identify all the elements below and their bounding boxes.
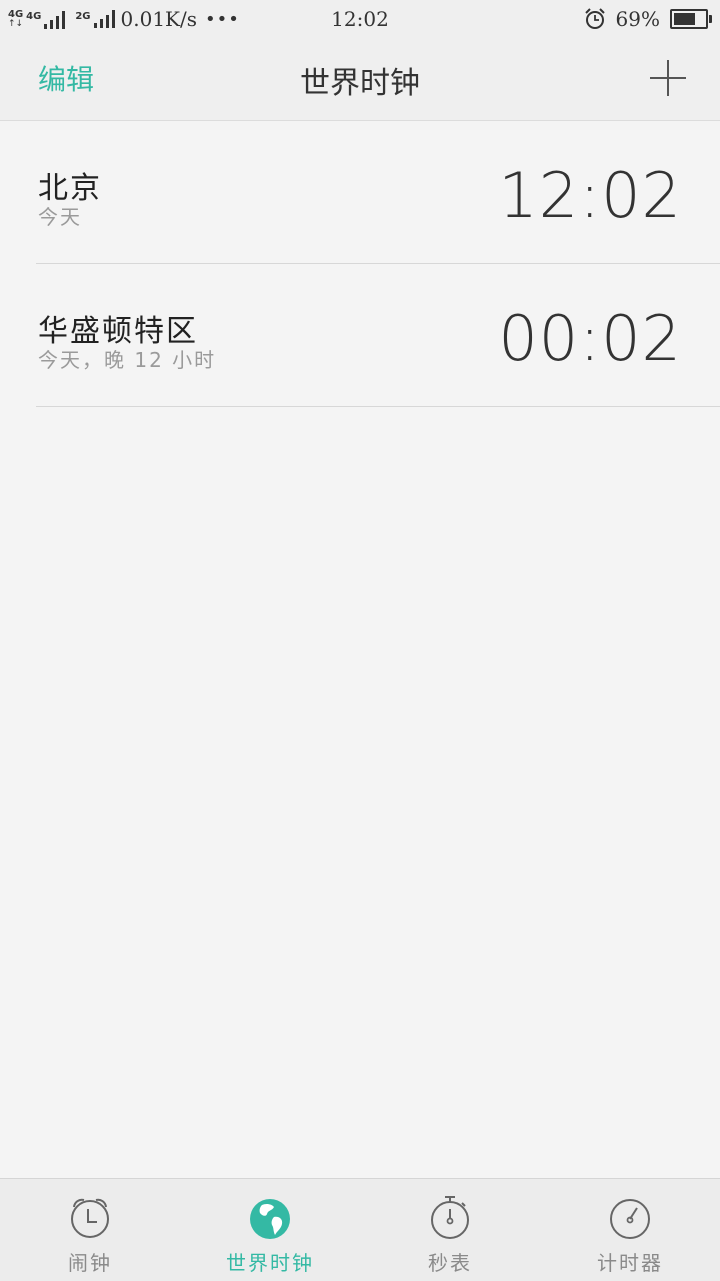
city-time: 00:02 bbox=[498, 302, 682, 375]
signal-bars-2-icon bbox=[93, 10, 115, 28]
app-header: 编辑 世界时钟 bbox=[0, 38, 720, 121]
signal-group-2: 2G bbox=[75, 10, 115, 28]
signal-group-1: 4G ↑↓ 4G bbox=[8, 8, 66, 29]
data-arrows-icon: ↑↓ bbox=[8, 18, 24, 29]
bottom-nav: 闹钟 世界时钟 秒表 计时器 bbox=[0, 1178, 720, 1281]
tab-timer[interactable]: 计时器 bbox=[540, 1179, 720, 1281]
tab-world-clock-label: 世界时钟 bbox=[226, 1251, 314, 1275]
clock-row-washington[interactable]: 华盛顿特区 今天，晚 12 小时 00:02 bbox=[0, 264, 720, 407]
tab-timer-label: 计时器 bbox=[597, 1251, 663, 1275]
page-title: 世界时钟 bbox=[300, 66, 420, 101]
status-left: 4G ↑↓ 4G 2G 0.01K/s ••• bbox=[8, 0, 240, 38]
tab-stopwatch-label: 秒表 bbox=[428, 1251, 472, 1275]
network-type-1: 4G bbox=[8, 8, 24, 20]
status-time: 12:02 bbox=[331, 7, 389, 31]
clock-row-beijing[interactable]: 北京 今天 12:02 bbox=[0, 121, 720, 264]
alarm-icon bbox=[71, 1198, 109, 1238]
battery-percent: 69% bbox=[615, 7, 660, 31]
alarm-clock-icon bbox=[584, 8, 605, 29]
status-bar: 4G ↑↓ 4G 2G 0.01K/s ••• 12:02 69% bbox=[0, 0, 720, 38]
row-divider bbox=[36, 406, 720, 407]
city-day-offset: 今天 bbox=[38, 205, 82, 229]
network-type-3: 2G bbox=[75, 11, 91, 22]
city-day-offset: 今天，晚 12 小时 bbox=[38, 348, 217, 372]
battery-fill bbox=[674, 13, 695, 25]
stopwatch-icon bbox=[431, 1196, 469, 1239]
globe-icon bbox=[250, 1199, 290, 1239]
network-speed: 0.01K/s bbox=[120, 7, 197, 31]
add-clock-button[interactable] bbox=[650, 60, 686, 96]
status-right: 69% bbox=[584, 0, 712, 38]
tab-alarm[interactable]: 闹钟 bbox=[0, 1179, 180, 1281]
city-time: 12:02 bbox=[498, 159, 682, 232]
network-type-2: 4G bbox=[26, 10, 42, 22]
more-notifications-icon: ••• bbox=[205, 8, 240, 30]
battery-icon bbox=[670, 9, 712, 29]
world-clock-list: 北京 今天 12:02 华盛顿特区 今天，晚 12 小时 00:02 bbox=[0, 121, 720, 407]
timer-icon bbox=[610, 1199, 650, 1239]
signal-bars-icon bbox=[44, 10, 66, 29]
tab-world-clock[interactable]: 世界时钟 bbox=[180, 1179, 360, 1281]
tab-alarm-label: 闹钟 bbox=[68, 1251, 112, 1275]
tab-stopwatch[interactable]: 秒表 bbox=[360, 1179, 540, 1281]
